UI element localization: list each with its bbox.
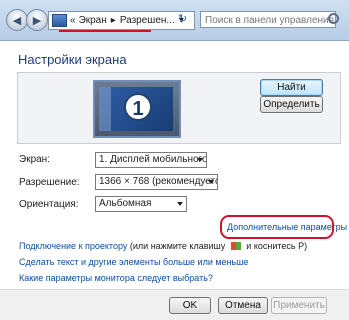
cancel-button[interactable]: Отмена [218, 297, 268, 314]
search-icon[interactable] [328, 13, 339, 24]
monitor-number-badge: 1 [124, 93, 152, 121]
chevron-down-icon [177, 202, 183, 206]
chevron-down-icon [197, 158, 203, 162]
projector-text-b: и коснитесь P) [246, 241, 308, 251]
orientation-label: Ориентация: [19, 199, 79, 210]
address-highlight-underline [59, 30, 151, 32]
orientation-select[interactable]: Альбомная [95, 196, 187, 212]
projector-line: Подключение к проектору (или нажмите кла… [19, 241, 307, 251]
ok-button[interactable]: OK [169, 297, 211, 314]
breadcrumb-screen[interactable]: Экран [79, 15, 107, 26]
apply-button[interactable]: Применить [271, 297, 327, 314]
screen-label: Экран: [19, 154, 50, 165]
resolution-select-value: 1366 × 768 (рекомендуется) [99, 176, 218, 187]
address-prefix: « [70, 15, 76, 26]
monitor-params-link[interactable]: Какие параметры монитора следует выбрать… [19, 273, 213, 283]
text-size-link[interactable]: Сделать текст и другие элементы больше и… [19, 257, 248, 267]
page-title: Настройки экрана [18, 52, 127, 67]
monitor-taskbar-strip [99, 87, 111, 131]
breadcrumb-separator-icon: ▸ [110, 15, 116, 26]
address-bar[interactable]: « Экран ▸ Разрешен... ▾ [48, 11, 195, 30]
forward-arrow-icon: ▶ [32, 14, 42, 27]
control-panel-icon [52, 14, 67, 27]
search-input[interactable]: Поиск в панели управления [200, 11, 336, 28]
highlight-circle [220, 215, 334, 239]
breadcrumb-resolution[interactable]: Разрешен... [120, 15, 175, 26]
back-arrow-icon: ◀ [12, 14, 22, 27]
projector-text-a: (или нажмите клавишу [129, 241, 226, 251]
resolution-select[interactable]: 1366 × 768 (рекомендуется) [95, 174, 218, 190]
chevron-down-icon [208, 180, 214, 184]
back-button[interactable]: ◀ [6, 9, 28, 31]
projector-link[interactable]: Подключение к проектору [19, 241, 127, 251]
refresh-icon[interactable]: ↻ [176, 13, 189, 26]
resolution-label: Разрешение: [19, 177, 80, 188]
windows-logo-icon [230, 242, 241, 250]
orientation-select-value: Альбомная [99, 198, 152, 209]
forward-button[interactable]: ▶ [26, 9, 48, 31]
screen-select[interactable]: 1. Дисплей мобильного ПК [95, 152, 207, 168]
identify-button[interactable]: Определить [260, 96, 323, 113]
screen-select-value: 1. Дисплей мобильного ПК [99, 154, 207, 165]
find-button[interactable]: Найти [260, 79, 323, 96]
